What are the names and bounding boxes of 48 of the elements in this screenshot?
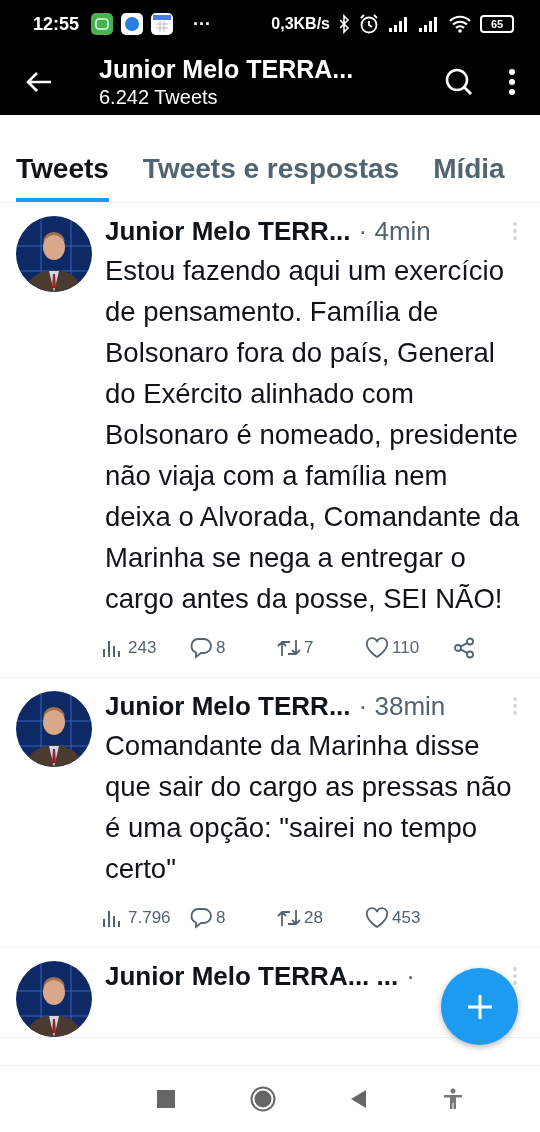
profile-tab[interactable]: Mídia — [433, 152, 505, 202]
network-speed: 0,3KB/s — [271, 15, 330, 33]
like-icon[interactable] — [365, 907, 389, 929]
reply-icon[interactable] — [189, 637, 213, 659]
battery-level: 65 — [490, 18, 504, 30]
stat-count: 8 — [216, 638, 226, 658]
stat-count: 7.796 — [128, 908, 171, 928]
signal-icon — [388, 15, 410, 33]
author-name: Junior Melo TERRA... ... — [105, 960, 399, 992]
more-notifications: ··· — [193, 13, 212, 35]
profile-tab[interactable]: Tweets — [16, 152, 109, 202]
bluetooth-icon — [338, 14, 350, 34]
profile-tab[interactable]: Tweets e respostas — [142, 152, 400, 202]
more-icon[interactable] — [508, 67, 516, 96]
profile-name: Junior Melo TERRA... — [99, 53, 355, 84]
tweet-time: · 4min — [358, 215, 432, 247]
home-icon[interactable] — [249, 1086, 276, 1112]
stat-count: 243 — [128, 638, 157, 658]
tweet-time: · — [406, 960, 416, 992]
accessibility-icon[interactable] — [442, 1088, 463, 1110]
tweet-count: 6.242 Tweets — [99, 84, 219, 110]
stat-count: 453 — [392, 908, 421, 928]
retweet-icon[interactable] — [277, 907, 301, 929]
wifi-icon — [448, 14, 472, 34]
stat-count: 28 — [304, 908, 323, 928]
reply-icon[interactable] — [189, 907, 213, 929]
recent-apps-icon[interactable] — [157, 1090, 176, 1108]
signal-icon — [418, 15, 440, 33]
share-icon[interactable] — [453, 637, 475, 659]
author-name: Junior Melo TERR... — [105, 215, 351, 247]
plus-icon — [465, 992, 494, 1021]
search-icon[interactable] — [444, 66, 474, 97]
tweet-time: · 38min — [358, 690, 447, 722]
clock-time: 12:55 — [33, 13, 80, 35]
stat-count: 8 — [216, 908, 226, 928]
tweet-text: Estou fazendo aqui um exercício de pensamento. Família de Bolsonaro fora do país, General do Exército alinhado com Bolsonaro é nomeado, presidente não viaja com a família nem deixa o Alvorada, Comandante da Marinha se nega a entregar o cargo antes da posse, SEI NÃO! — [105, 254, 521, 616]
retweet-icon[interactable] — [277, 637, 301, 659]
app-icon — [91, 13, 114, 35]
calendar-icon — [151, 13, 174, 35]
like-icon[interactable] — [365, 637, 389, 659]
author-name: Junior Melo TERR... — [105, 690, 351, 722]
stat-count: 7 — [304, 638, 314, 658]
compose-button[interactable] — [441, 968, 518, 1045]
stat-count: 110 — [392, 638, 420, 658]
alarm-icon — [358, 13, 380, 35]
back-icon[interactable] — [25, 69, 53, 94]
tweet-text: Comandante da Marinha disse que sair do cargo as pressas não é uma opção: "sairei no tempo certo" — [105, 729, 513, 886]
app-icon — [121, 13, 144, 35]
